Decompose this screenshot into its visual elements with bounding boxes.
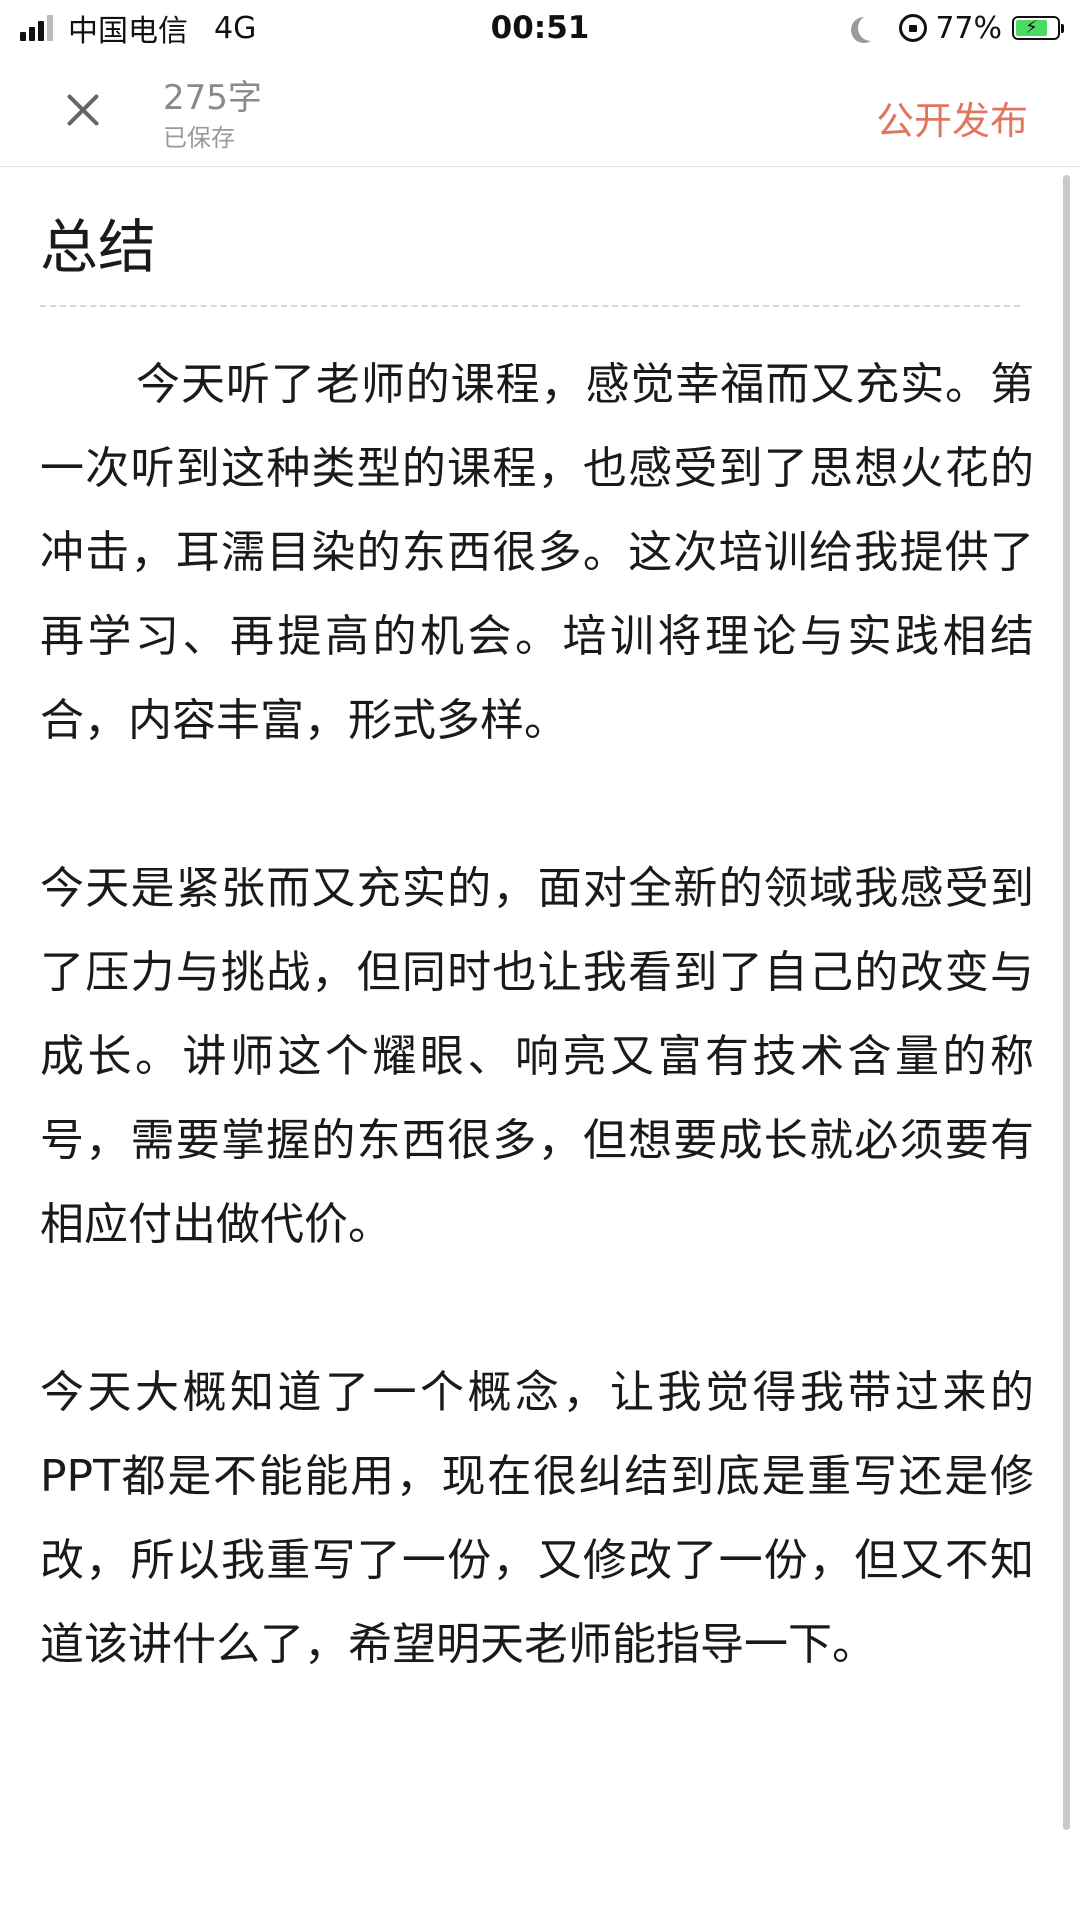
- battery-percent: 77%: [935, 10, 1002, 46]
- paragraph-1[interactable]: 今天听了老师的课程，感觉幸福而又充实。第一次听到这种类型的课程，也感受到了思想火…: [40, 343, 1034, 763]
- paragraph-3[interactable]: 今天大概知道了一个概念，让我觉得我带过来的PPT都是不能能用，现在很纠结到底是重…: [40, 1351, 1034, 1687]
- save-status: 已保存: [163, 124, 235, 152]
- close-icon[interactable]: [58, 86, 108, 136]
- paragraph-2[interactable]: 今天是紧张而又充实的，面对全新的领域我感受到了压力与挑战，但同时也让我看到了自己…: [40, 847, 1034, 1267]
- battery-icon: ⚡: [1012, 16, 1064, 40]
- publish-button[interactable]: 公开发布: [876, 90, 1028, 145]
- status-bar: 中国电信 4G 00:51 77% ⚡: [0, 0, 1080, 56]
- status-right: 77% ⚡: [851, 8, 1064, 48]
- do-not-disturb-icon: [858, 15, 884, 41]
- rotation-lock-icon: [899, 14, 928, 42]
- title-divider: [40, 305, 1020, 307]
- document-title[interactable]: 总结: [40, 200, 156, 284]
- battery-level-fill: ⚡: [1016, 17, 1047, 38]
- word-count: 275字: [163, 78, 262, 118]
- document-body[interactable]: 今天听了老师的课程，感觉幸福而又充实。第一次听到这种类型的课程，也感受到了思想火…: [40, 343, 1034, 1771]
- editor-screen: 中国电信 4G 00:51 77% ⚡ 275字 已保存 公开发布 总结 今天听…: [0, 0, 1080, 1920]
- editor-toolbar: 275字 已保存 公开发布: [0, 56, 1080, 167]
- charging-bolt-icon: ⚡: [1025, 17, 1038, 38]
- vertical-scrollbar[interactable]: [1063, 175, 1070, 1830]
- editor-content[interactable]: 总结 今天听了老师的课程，感觉幸福而又充实。第一次听到这种类型的课程，也感受到了…: [0, 167, 1080, 1920]
